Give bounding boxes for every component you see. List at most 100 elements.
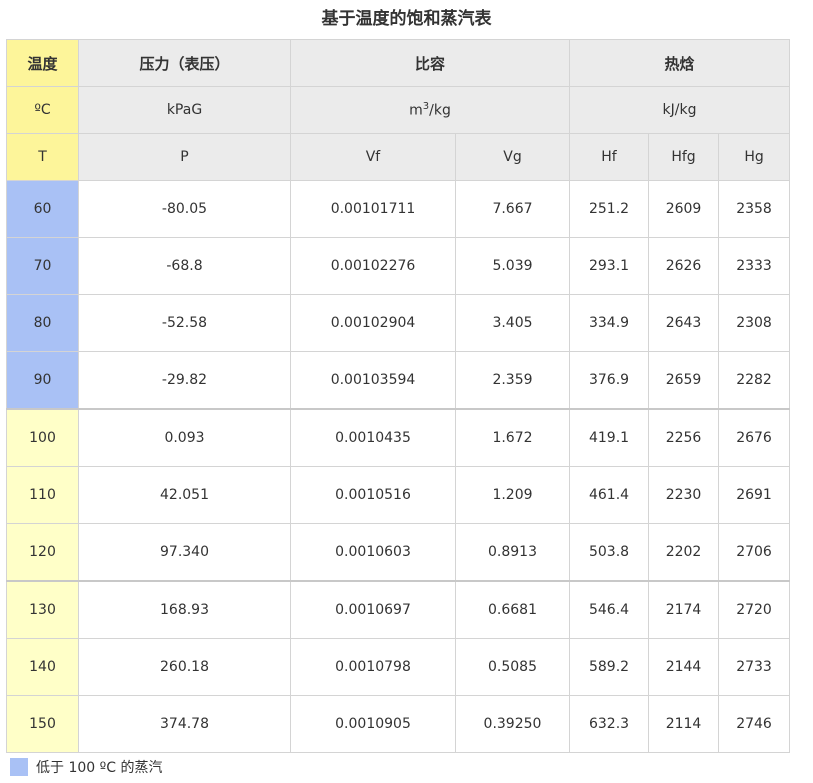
cell-Hf: 632.3 <box>569 695 650 753</box>
unit-temp: ºC <box>6 86 79 134</box>
cell-Vg: 3.405 <box>454 294 571 352</box>
table-row: 140 260.18 0.0010798 0.5085 589.2 2144 2… <box>6 638 791 696</box>
table-row: 130 168.93 0.0010697 0.6681 546.4 2174 2… <box>6 580 791 639</box>
cell-Hg: 2746 <box>718 695 791 753</box>
cell-T: 120 <box>6 523 79 582</box>
symbol-Vg: Vg <box>454 133 571 181</box>
cell-Hg: 2333 <box>718 237 791 295</box>
cell-P: 374.78 <box>78 695 291 753</box>
cell-P: 42.051 <box>78 466 291 524</box>
cell-Hf: 251.2 <box>569 180 650 238</box>
legend-swatch <box>10 758 28 776</box>
cell-Hfg: 2114 <box>648 695 720 753</box>
cell-T: 150 <box>6 695 79 753</box>
header-row-labels: 温度 压力（表压） 比容 热焓 <box>6 39 791 87</box>
cell-Hf: 376.9 <box>569 351 650 410</box>
header-volume: 比容 <box>289 39 571 87</box>
cell-Vf: 0.0010516 <box>290 466 456 524</box>
cell-T: 130 <box>6 580 79 639</box>
legend-label: 低于 100 ºC 的蒸汽 <box>36 760 163 776</box>
cell-Hf: 419.1 <box>569 408 650 467</box>
cell-Vg: 0.39250 <box>454 695 571 753</box>
cell-Hg: 2720 <box>718 580 791 639</box>
cell-Hfg: 2202 <box>648 523 720 582</box>
cell-Hg: 2706 <box>718 523 791 582</box>
cell-T: 70 <box>6 237 79 295</box>
cell-P: 97.340 <box>78 523 291 582</box>
cell-Hfg: 2609 <box>648 180 720 238</box>
cell-Vf: 0.0010435 <box>290 408 456 467</box>
cell-P: -52.58 <box>78 294 291 352</box>
cell-Hf: 589.2 <box>569 638 650 696</box>
cell-Hfg: 2256 <box>648 408 720 467</box>
cell-Hfg: 2659 <box>648 351 720 410</box>
header-temp: 温度 <box>6 39 79 87</box>
cell-Vf: 0.00103594 <box>290 351 456 410</box>
cell-Vf: 0.0010905 <box>290 695 456 753</box>
table-row: 80 -52.58 0.00102904 3.405 334.9 2643 23… <box>6 294 791 352</box>
cell-Hf: 461.4 <box>569 466 650 524</box>
cell-Hf: 503.8 <box>569 523 650 582</box>
cell-Hg: 2691 <box>718 466 791 524</box>
cell-Vf: 0.00101711 <box>290 180 456 238</box>
cell-P: -68.8 <box>78 237 291 295</box>
table-row: 60 -80.05 0.00101711 7.667 251.2 2609 23… <box>6 180 791 238</box>
cell-Vg: 1.672 <box>454 408 571 467</box>
cell-Hfg: 2626 <box>648 237 720 295</box>
table-row: 120 97.340 0.0010603 0.8913 503.8 2202 2… <box>6 523 791 582</box>
cell-T: 60 <box>6 180 79 238</box>
unit-volume-base: m <box>409 102 423 119</box>
cell-Hfg: 2643 <box>648 294 720 352</box>
symbol-T: T <box>6 133 79 181</box>
steam-table: 温度 压力（表压） 比容 热焓 ºC kPaG m3/kg kJ/kg T P … <box>6 39 791 753</box>
cell-P: -29.82 <box>78 351 291 410</box>
table-row: 90 -29.82 0.00103594 2.359 376.9 2659 22… <box>6 351 791 410</box>
table-row: 150 374.78 0.0010905 0.39250 632.3 2114 … <box>6 695 791 753</box>
cell-T: 90 <box>6 351 79 410</box>
symbol-Hf: Hf <box>569 133 650 181</box>
header-row-symbols: T P Vf Vg Hf Hfg Hg <box>6 133 791 181</box>
table-row: 110 42.051 0.0010516 1.209 461.4 2230 26… <box>6 466 791 524</box>
cell-Hg: 2308 <box>718 294 791 352</box>
table-row: 70 -68.8 0.00102276 5.039 293.1 2626 233… <box>6 237 791 295</box>
cell-Vg: 0.5085 <box>454 638 571 696</box>
cell-Hfg: 2230 <box>648 466 720 524</box>
header-pressure: 压力（表压） <box>78 39 291 87</box>
legend: 低于 100 ºC 的蒸汽 <box>10 757 162 777</box>
page-title: 基于温度的饱和蒸汽表 <box>321 9 492 29</box>
cell-Vg: 1.209 <box>454 466 571 524</box>
symbol-Hg: Hg <box>718 133 791 181</box>
cell-Hg: 2733 <box>718 638 791 696</box>
cell-Vg: 0.8913 <box>454 523 571 582</box>
cell-T: 100 <box>6 408 79 467</box>
cell-Vg: 7.667 <box>454 180 571 238</box>
unit-volume-rest: /kg <box>429 102 451 119</box>
cell-Vf: 0.0010697 <box>290 580 456 639</box>
unit-volume: m3/kg <box>289 86 571 134</box>
table-row: 100 0.093 0.0010435 1.672 419.1 2256 267… <box>6 408 791 467</box>
cell-Hg: 2282 <box>718 351 791 410</box>
cell-Vf: 0.0010798 <box>290 638 456 696</box>
unit-pressure: kPaG <box>78 86 291 134</box>
header-row-units: ºC kPaG m3/kg kJ/kg <box>6 86 791 134</box>
cell-P: 0.093 <box>78 408 291 467</box>
cell-Vf: 0.00102904 <box>290 294 456 352</box>
cell-Hg: 2676 <box>718 408 791 467</box>
header-enthalpy: 热焓 <box>569 39 791 87</box>
cell-Hf: 334.9 <box>569 294 650 352</box>
cell-Hfg: 2174 <box>648 580 720 639</box>
cell-Vg: 2.359 <box>454 351 571 410</box>
symbol-Hfg: Hfg <box>648 133 720 181</box>
cell-T: 140 <box>6 638 79 696</box>
cell-Hf: 546.4 <box>569 580 650 639</box>
cell-P: -80.05 <box>78 180 291 238</box>
cell-T: 80 <box>6 294 79 352</box>
cell-Hg: 2358 <box>718 180 791 238</box>
cell-P: 168.93 <box>78 580 291 639</box>
cell-Vf: 0.00102276 <box>290 237 456 295</box>
symbol-Vf: Vf <box>290 133 456 181</box>
cell-Vf: 0.0010603 <box>290 523 456 582</box>
cell-Vg: 0.6681 <box>454 580 571 639</box>
symbol-P: P <box>78 133 291 181</box>
cell-Hfg: 2144 <box>648 638 720 696</box>
